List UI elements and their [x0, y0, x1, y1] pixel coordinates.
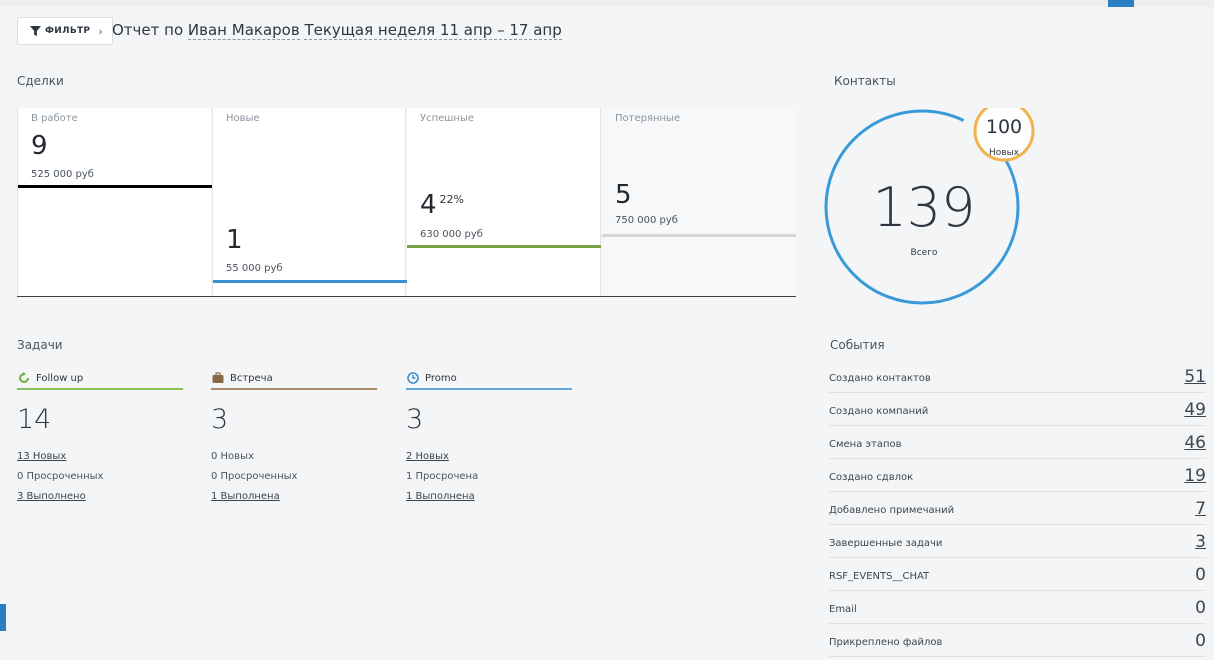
task-name: Follow up [36, 372, 84, 384]
task-total: 14 [17, 404, 52, 435]
deal-count: 1 [226, 225, 243, 255]
event-name: RSF_EVENTS__CHAT [829, 571, 930, 582]
task-header[interactable]: Встреча [211, 368, 377, 390]
deal-bar [213, 280, 407, 283]
event-name: Создано контактов [829, 373, 931, 384]
top-accent-marker [1108, 0, 1134, 7]
event-row: RSF_EVENTS__CHAT 0 [829, 558, 1206, 591]
task-header[interactable]: Follow up [17, 368, 183, 390]
event-value-link[interactable]: 46 [1184, 433, 1206, 453]
event-row: Email 0 [829, 591, 1206, 624]
contacts-new-count: 100 [985, 116, 1023, 138]
task-header[interactable]: Promo [406, 368, 572, 390]
tasks-section-title: Задачи [17, 338, 63, 352]
deal-column-lost[interactable]: Потерянные 5 750 000 руб [602, 108, 796, 296]
event-name: Создано сдвлок [829, 472, 914, 483]
clock-icon [407, 372, 419, 384]
event-row: Создано сдвлок 19 [829, 459, 1206, 492]
event-name: Email [829, 604, 857, 615]
task-done-link[interactable]: 1 Выполнена [211, 491, 377, 503]
report-title: Отчет по Иван Макаров Текущая неделя 11 … [112, 21, 562, 40]
deal-block: 9 525 000 руб [18, 108, 212, 188]
task-total: 3 [211, 404, 229, 435]
events-list: Создано контактов 51 Создано компаний 49… [829, 360, 1206, 657]
task-new-link[interactable]: 2 Новых [406, 451, 572, 463]
refresh-icon [19, 372, 29, 383]
filter-button[interactable]: ФИЛЬТР › [17, 17, 113, 45]
task-new: 0 Новых [211, 451, 254, 462]
deals-panel: В работе 9 525 000 руб Новые 1 55 000 ру… [17, 108, 796, 297]
deal-block: 1 55 000 руб [213, 220, 407, 283]
event-row: Создано компаний 49 [829, 393, 1206, 426]
task-column-meeting: Встреча 3 0 Новых 0 Просроченных 1 Выпол… [211, 368, 377, 503]
chevron-right-icon: › [98, 24, 103, 38]
deal-sum: 525 000 руб [31, 169, 94, 180]
deal-bar [18, 185, 212, 188]
deal-count: 4 22% [420, 190, 464, 220]
event-value: 0 [1195, 565, 1206, 585]
deal-sum: 750 000 руб [615, 215, 678, 226]
event-value-link[interactable]: 51 [1184, 367, 1206, 387]
event-name: Добавлено примечаний [829, 505, 955, 516]
task-overdue: 0 Просроченных [211, 471, 298, 482]
deal-label: Потерянные [615, 113, 681, 124]
period-selector[interactable]: Текущая неделя 11 апр – 17 апр [304, 21, 562, 40]
contacts-ring[interactable]: 100 Новых 139 Всего [824, 108, 1035, 308]
deal-column-in-work[interactable]: В работе 9 525 000 руб [17, 108, 212, 296]
contacts-total-label: Всего [910, 248, 938, 258]
event-value-link[interactable]: 19 [1184, 466, 1206, 486]
event-row: Прикреплено файлов 0 [829, 624, 1206, 657]
task-done-link[interactable]: 1 Выполнена [406, 491, 572, 503]
deal-count: 9 [31, 131, 48, 161]
deal-sum: 630 000 руб [420, 229, 483, 240]
task-overdue: 0 Просроченных [17, 471, 104, 482]
contacts-section-title: Контакты [834, 74, 896, 88]
event-value-link[interactable]: 3 [1195, 532, 1206, 552]
task-column-promo: Promo 3 2 Новых 1 Просрочена 1 Выполнена [406, 368, 572, 503]
deal-count: 5 [615, 180, 632, 210]
deal-bar [407, 245, 601, 248]
task-column-follow-up: Follow up 14 13 Новых 0 Просроченных 3 В… [17, 368, 183, 503]
filter-label: ФИЛЬТР [45, 26, 91, 36]
deal-column-new[interactable]: Новые 1 55 000 руб [212, 108, 407, 296]
deal-sum: 55 000 руб [226, 263, 283, 274]
event-row: Завершенные задачи 3 [829, 525, 1206, 558]
top-strip [0, 0, 1214, 7]
contacts-total-count: 139 [872, 176, 976, 239]
event-name: Прикреплено файлов [829, 637, 943, 648]
event-value: 0 [1195, 598, 1206, 618]
task-name: Встреча [230, 372, 273, 384]
side-accent-marker [0, 604, 6, 631]
task-done-link[interactable]: 3 Выполнено [17, 491, 183, 503]
deals-section-title: Сделки [17, 74, 64, 88]
report-title-prefix: Отчет по [112, 21, 184, 39]
deal-percent: 22% [439, 193, 464, 207]
event-name: Завершенные задачи [829, 538, 943, 549]
event-value: 0 [1195, 631, 1206, 651]
event-name: Смена этапов [829, 439, 902, 450]
funnel-icon [30, 25, 41, 36]
deal-label: Новые [226, 113, 260, 124]
contacts-new-label: Новых [988, 148, 1019, 158]
deal-column-success[interactable]: Успешные 4 22% 630 000 руб [407, 108, 601, 296]
event-row: Смена этапов 46 [829, 426, 1206, 459]
event-row: Создано контактов 51 [829, 360, 1206, 393]
user-selector[interactable]: Иван Макаров [187, 21, 300, 40]
deal-block: 5 750 000 руб [602, 175, 796, 237]
deal-label: Успешные [420, 113, 475, 124]
events-section-title: События [830, 338, 885, 352]
event-value-link[interactable]: 7 [1195, 499, 1206, 519]
task-total: 3 [406, 404, 424, 435]
task-new-link[interactable]: 13 Новых [17, 451, 183, 463]
deal-block: 4 22% 630 000 руб [407, 185, 601, 248]
event-name: Создано компаний [829, 406, 929, 417]
deal-bar [602, 234, 796, 237]
briefcase-icon [212, 372, 224, 383]
task-name: Promo [425, 372, 457, 384]
event-row: Добавлено примечаний 7 [829, 492, 1206, 525]
event-value-link[interactable]: 49 [1184, 400, 1206, 420]
task-overdue: 1 Просрочена [406, 471, 479, 482]
